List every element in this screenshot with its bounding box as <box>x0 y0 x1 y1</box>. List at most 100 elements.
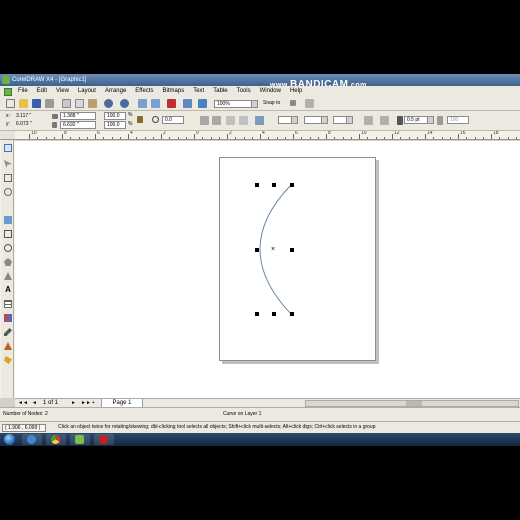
width-field[interactable]: 1.388 " <box>60 112 96 120</box>
height-field[interactable]: 6.692 " <box>60 121 96 129</box>
outline-pen-icon[interactable] <box>4 342 12 350</box>
redo-icon[interactable] <box>120 99 129 108</box>
ruler-corner[interactable] <box>0 131 15 140</box>
outline-width-field[interactable]: 0.5 pt <box>404 116 434 124</box>
chevron-down-icon[interactable] <box>346 117 352 123</box>
x-position-field[interactable]: 3.117 " <box>14 113 48 121</box>
chevron-down-icon[interactable] <box>427 117 433 123</box>
undo-icon[interactable] <box>104 99 113 108</box>
eyedropper-icon[interactable] <box>4 328 12 336</box>
selection-handle-top-left[interactable] <box>255 183 259 187</box>
curve-node-type-icon[interactable] <box>226 116 235 125</box>
fill-tool-icon[interactable] <box>4 356 12 364</box>
cursor-coordinates: ( 1.906 , 6.099 ) <box>2 424 46 432</box>
interactive-blend-icon[interactable] <box>4 314 12 322</box>
menu-file[interactable]: File <box>18 86 28 97</box>
chevron-down-icon[interactable] <box>251 101 257 107</box>
taskbar-bandicam[interactable] <box>94 434 114 445</box>
add-page-icon[interactable]: + <box>92 401 95 406</box>
import-icon[interactable] <box>138 99 147 108</box>
menu-table[interactable]: Table <box>213 86 227 97</box>
polygon-tool-icon[interactable] <box>4 258 12 266</box>
smart-fill-icon[interactable] <box>4 216 12 224</box>
next-page-icon[interactable]: ► <box>71 401 76 406</box>
chevron-down-icon[interactable] <box>291 117 297 123</box>
corel-online-icon[interactable] <box>198 99 207 108</box>
export-icon[interactable] <box>151 99 160 108</box>
menu-help[interactable]: Help <box>290 86 302 97</box>
snap-dropdown-icon[interactable] <box>290 100 296 106</box>
selection-handle-left[interactable] <box>255 248 259 252</box>
mirror-vertical-icon[interactable] <box>212 116 221 125</box>
scale-x-field[interactable]: 100.0 <box>104 112 126 120</box>
line-style-combo[interactable] <box>304 116 328 124</box>
outline-width-value: 0.5 pt <box>407 117 420 123</box>
copy-icon[interactable] <box>75 99 84 108</box>
mirror-horizontal-icon[interactable] <box>200 116 209 125</box>
zoom-tool-icon[interactable] <box>4 188 12 196</box>
rectangle-tool-icon[interactable] <box>4 230 12 238</box>
ruler-minor-tick <box>78 137 80 139</box>
new-document-icon[interactable] <box>6 99 15 108</box>
chevron-down-icon[interactable] <box>321 117 327 123</box>
selection-center-mark[interactable]: × <box>271 246 275 253</box>
wrap-text-icon[interactable] <box>255 116 264 125</box>
taskbar-chrome[interactable] <box>46 434 66 445</box>
ellipse-tool-icon[interactable] <box>4 244 12 252</box>
menu-edit[interactable]: Edit <box>37 86 47 97</box>
start-arrowhead-combo[interactable] <box>278 116 298 124</box>
selection-handle-top[interactable] <box>272 183 276 187</box>
menu-window[interactable]: Window <box>260 86 281 97</box>
last-page-icon[interactable]: ►► <box>81 401 91 406</box>
smoothing-field[interactable]: 100 <box>447 116 469 124</box>
menu-bitmaps[interactable]: Bitmaps <box>163 86 185 97</box>
taskbar-coreldraw[interactable] <box>70 434 90 445</box>
crop-tool-icon[interactable] <box>4 174 12 182</box>
scale-y-field[interactable]: 100.0 <box>104 121 126 129</box>
zoom-level-combo[interactable]: 100% <box>214 100 258 108</box>
pick-tool-icon[interactable] <box>4 144 12 152</box>
horizontal-ruler[interactable]: 10 8 6 4 2 0 2 4 6 8 10 12 14 16 18 <box>15 131 520 140</box>
menu-layout[interactable]: Layout <box>78 86 96 97</box>
text-tool-icon[interactable]: A <box>4 286 12 294</box>
document-icon[interactable] <box>4 87 12 96</box>
paste-icon[interactable] <box>88 99 97 108</box>
selection-handle-bottom-left[interactable] <box>255 312 259 316</box>
cut-icon[interactable] <box>62 99 71 108</box>
open-folder-icon[interactable] <box>19 99 28 108</box>
selection-handle-bottom-right[interactable] <box>290 312 294 316</box>
close-curve-icon[interactable] <box>364 116 373 125</box>
horizontal-scrollbar[interactable] <box>305 400 519 407</box>
taskbar-ie[interactable] <box>22 434 42 445</box>
scroll-thumb[interactable] <box>406 401 422 406</box>
selected-curve[interactable] <box>259 184 292 315</box>
freehand-tool-icon[interactable] <box>4 202 12 210</box>
end-arrowhead-combo[interactable] <box>333 116 353 124</box>
application-launcher-icon[interactable] <box>167 99 176 108</box>
start-button[interactable] <box>4 434 15 445</box>
menu-arrange[interactable]: Arrange <box>105 86 126 97</box>
menu-effects[interactable]: Effects <box>135 86 153 97</box>
menu-text[interactable]: Text <box>193 86 204 97</box>
basic-shapes-icon[interactable] <box>4 272 12 280</box>
first-page-icon[interactable]: ◄◄ <box>18 401 28 406</box>
welcome-screen-icon[interactable] <box>183 99 192 108</box>
print-icon[interactable] <box>45 99 54 108</box>
save-icon[interactable] <box>32 99 41 108</box>
shape-to-curve-icon[interactable] <box>380 116 389 125</box>
shape-tool-icon[interactable] <box>4 160 12 168</box>
curve-segment-icon[interactable] <box>239 116 248 125</box>
lock-ratio-icon[interactable] <box>137 116 143 123</box>
drawing-canvas[interactable]: × <box>15 141 520 398</box>
selection-handle-bottom[interactable] <box>272 312 276 316</box>
options-icon[interactable] <box>305 99 314 108</box>
y-position-field[interactable]: 6.073 " <box>14 121 48 129</box>
menu-tools[interactable]: Tools <box>237 86 251 97</box>
snap-to-label[interactable]: Snap to <box>263 100 280 107</box>
selection-handle-right[interactable] <box>290 248 294 252</box>
menu-view[interactable]: View <box>56 86 69 97</box>
table-tool-icon[interactable] <box>4 300 12 308</box>
previous-page-icon[interactable]: ◄ <box>32 401 37 406</box>
selection-handle-top-right[interactable] <box>290 183 294 187</box>
rotation-field[interactable]: 0.0 <box>162 116 184 124</box>
